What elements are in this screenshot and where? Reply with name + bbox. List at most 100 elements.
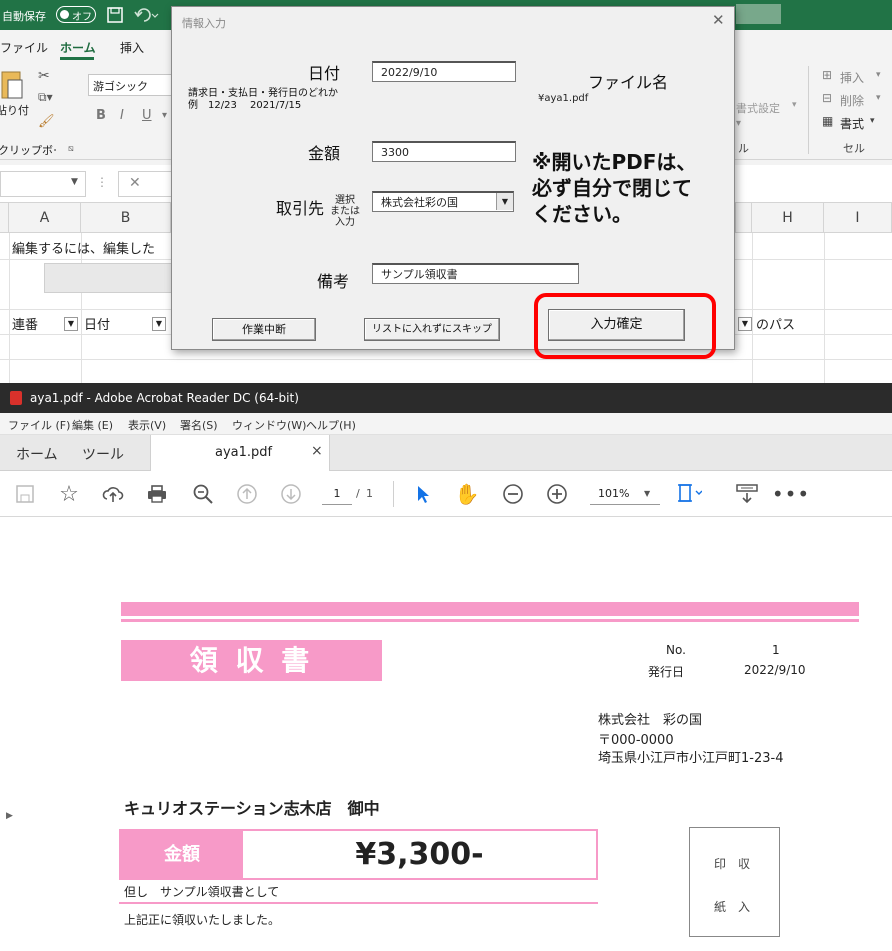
format-settings-dropdown-icon[interactable]: ▾: [792, 100, 797, 110]
receipt-tadashi: 但し サンプル領収書として: [124, 885, 280, 899]
menu-help[interactable]: ヘルプ(H): [306, 417, 356, 433]
cell-format-dropdown-icon[interactable]: ▾: [870, 116, 875, 126]
acrobat-app-icon: [10, 391, 22, 405]
filter-dropdown-icon[interactable]: ▼: [738, 317, 752, 331]
receipt-top-line: [121, 619, 859, 622]
tab-insert[interactable]: 挿入: [120, 39, 144, 56]
tab-home-underline: [60, 57, 94, 60]
zoom-search-icon[interactable]: [190, 481, 216, 507]
menu-sign[interactable]: 署名(S): [180, 417, 218, 433]
col-header-h[interactable]: H: [752, 203, 824, 233]
page-fit-icon[interactable]: [676, 481, 702, 507]
page-number-input[interactable]: 1: [322, 483, 352, 505]
sheet-button[interactable]: [44, 263, 174, 293]
search-box[interactable]: [736, 4, 781, 24]
header-cell-date[interactable]: 日付: [84, 314, 110, 333]
cell-style-dropdown-icon[interactable]: ▾: [736, 118, 741, 129]
cell-format-icon[interactable]: ▦: [822, 114, 833, 128]
partner-hint-line: 選択: [335, 195, 355, 206]
menu-edit[interactable]: 編集 (E): [72, 417, 113, 433]
issuer-name: 株式会社 彩の国: [598, 713, 703, 728]
next-page-icon[interactable]: [278, 481, 304, 507]
col-line: [824, 233, 825, 383]
side-panel-toggle-icon[interactable]: ▶: [6, 811, 13, 821]
zoom-in-icon[interactable]: [544, 481, 570, 507]
amount-input[interactable]: 3300: [372, 141, 516, 162]
save-icon[interactable]: [12, 481, 38, 507]
tab-tools[interactable]: ツール: [82, 444, 124, 464]
upload-cloud-icon[interactable]: [100, 481, 126, 507]
tadashi-underline: [119, 902, 598, 904]
select-cursor-icon[interactable]: [410, 481, 436, 507]
receipt-top-band: [121, 602, 859, 616]
bold-icon[interactable]: B: [96, 108, 106, 123]
cell-insert-icon[interactable]: ⊞: [822, 68, 832, 82]
memo-input[interactable]: サンプル領収書: [372, 263, 579, 284]
col-header-i[interactable]: I: [824, 203, 892, 233]
amount-box: 金額 ¥3,300-: [119, 829, 598, 880]
name-box[interactable]: ▼: [0, 171, 86, 197]
partner-combo[interactable]: 株式会社彩の国 ▼: [372, 191, 514, 212]
amount-value: ¥3,300-: [355, 837, 484, 872]
cell-format-item[interactable]: 書式: [840, 115, 864, 132]
italic-icon[interactable]: I: [120, 108, 124, 123]
print-icon[interactable]: [144, 481, 170, 507]
select-all-corner[interactable]: [0, 203, 9, 233]
dialog-title: 情報入力: [182, 17, 226, 30]
save-icon[interactable]: [106, 6, 124, 24]
tab-file[interactable]: ファイル: [0, 39, 48, 56]
menu-file[interactable]: ファイル (F): [8, 417, 70, 433]
copy-icon[interactable]: ⧉▾: [38, 90, 53, 105]
cell-delete-dropdown-icon[interactable]: ▾: [876, 93, 881, 103]
hand-tool-icon[interactable]: ✋: [454, 481, 480, 507]
tab-home[interactable]: ホーム: [16, 444, 58, 464]
cancel-entry-icon[interactable]: ✕: [129, 175, 141, 191]
tab-document[interactable]: aya1.pdf ×: [150, 435, 330, 472]
cell-insert-item[interactable]: 挿入: [840, 69, 864, 86]
cell-group-label: セル: [843, 142, 865, 155]
undo-icon[interactable]: [134, 6, 160, 24]
underline-icon[interactable]: U: [142, 108, 152, 123]
format-painter-icon[interactable]: 🖌: [38, 114, 55, 129]
autosave-toggle[interactable]: オフ: [56, 6, 96, 23]
more-tools-icon[interactable]: •••: [772, 481, 809, 507]
menu-view[interactable]: 表示(V): [128, 417, 166, 433]
scrolling-mode-icon[interactable]: [734, 481, 760, 507]
cell-a1-text[interactable]: 編集するには、編集した: [12, 238, 155, 257]
row-line: [0, 359, 892, 360]
format-settings-item[interactable]: 書式設定: [736, 100, 780, 116]
header-cell-path[interactable]: のパス: [756, 314, 795, 333]
close-icon[interactable]: ✕: [712, 11, 725, 29]
skip-button[interactable]: リストに入れずにスキップ: [364, 318, 500, 341]
col-header-g[interactable]: [736, 203, 752, 233]
cell-delete-item[interactable]: 削除: [840, 92, 864, 109]
cell-delete-icon[interactable]: ⊟: [822, 91, 832, 105]
partner-combo-value: 株式会社彩の国: [381, 196, 458, 209]
header-cell-serial[interactable]: 連番: [12, 314, 38, 333]
name-box-dropdown-icon[interactable]: ▼: [71, 177, 78, 187]
clipboard-group-label: クリップボード: [0, 144, 56, 157]
zoom-out-icon[interactable]: [500, 481, 526, 507]
tab-home[interactable]: ホーム: [60, 39, 96, 56]
date-input[interactable]: 2022/9/10: [372, 61, 516, 82]
formula-separator-icon: ⋮: [96, 175, 108, 189]
bookmark-star-icon[interactable]: ☆: [56, 481, 82, 507]
filter-dropdown-icon[interactable]: ▼: [64, 317, 78, 331]
combo-dropdown-icon[interactable]: ▼: [496, 193, 513, 210]
cancel-work-button[interactable]: 作業中断: [212, 318, 316, 341]
dialog-launcher-icon[interactable]: ⧅: [68, 144, 74, 154]
prev-page-icon[interactable]: [234, 481, 260, 507]
paste-icon[interactable]: [0, 68, 26, 102]
menu-window[interactable]: ウィンドウ(W): [232, 417, 306, 433]
col-header-b[interactable]: B: [81, 203, 171, 233]
cut-icon[interactable]: ✂: [38, 68, 50, 84]
underline-dropdown-icon[interactable]: ▾: [162, 110, 167, 121]
filter-dropdown-icon[interactable]: ▼: [152, 317, 166, 331]
cell-insert-dropdown-icon[interactable]: ▾: [876, 70, 881, 80]
col-header-a[interactable]: A: [9, 203, 81, 233]
tab-close-icon[interactable]: ×: [311, 443, 323, 459]
zoom-select[interactable]: 101% ▼: [590, 483, 660, 505]
tab-document-label: aya1.pdf: [215, 445, 273, 460]
zoom-dropdown-icon[interactable]: ▼: [644, 483, 650, 505]
font-name-box[interactable]: 游ゴシック: [88, 74, 172, 96]
